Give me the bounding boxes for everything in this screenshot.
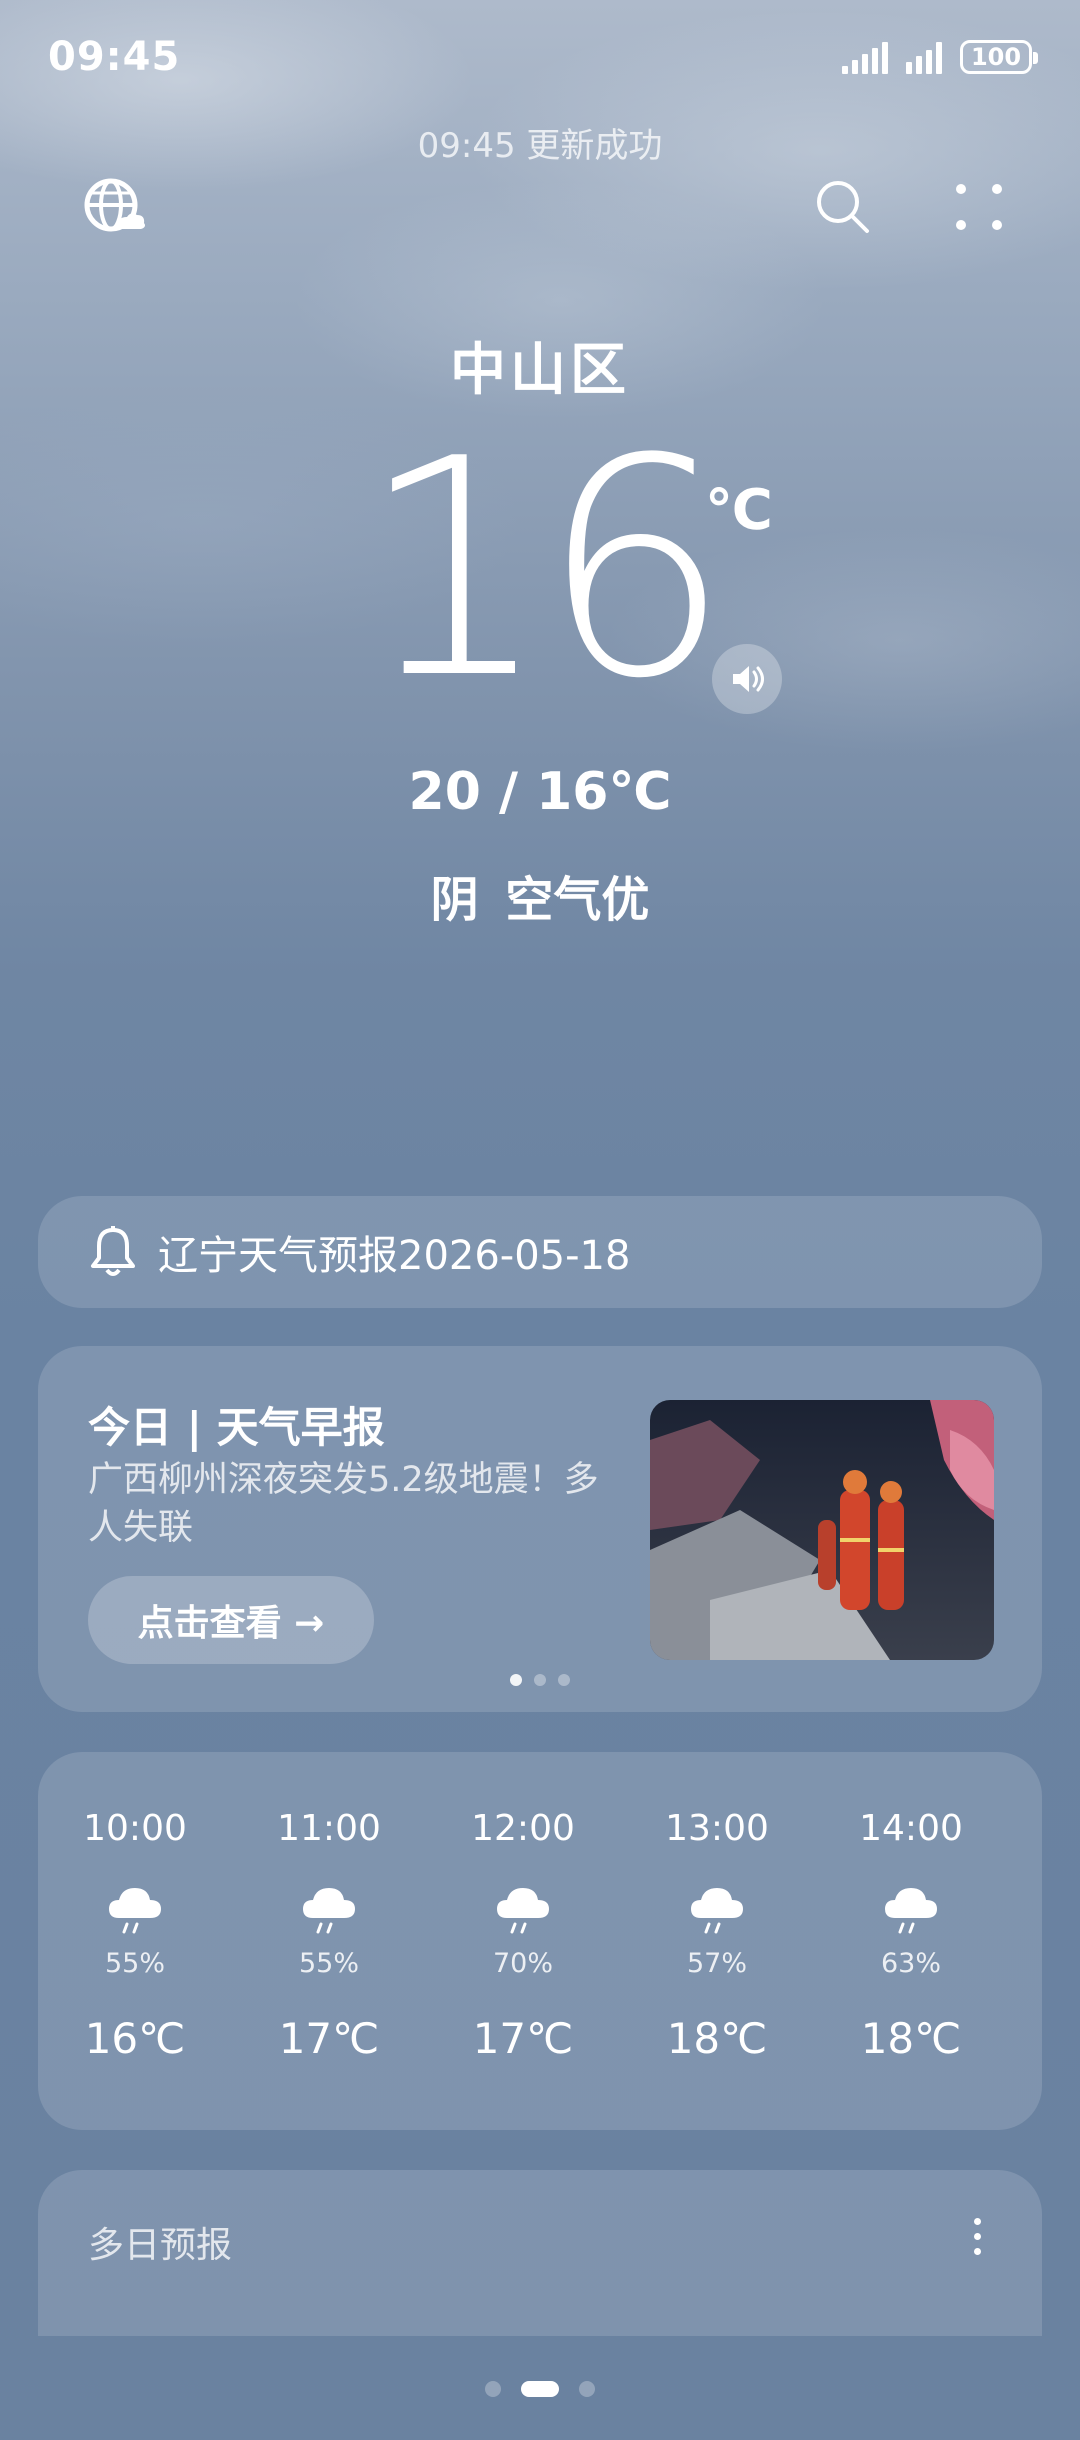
hour-temperature: 17℃: [278, 2014, 380, 2063]
precipitation-chance: 55%: [298, 1948, 359, 1979]
daily-forecast-title: 多日预报: [88, 2225, 233, 2266]
forecast-alert-card[interactable]: 辽宁天气预报2026-05-18: [38, 1196, 1042, 1308]
precipitation-chance: 57%: [686, 1948, 747, 1979]
current-temperature: 16: [359, 395, 731, 744]
temperature-range: 20 / 16℃: [408, 762, 672, 822]
more-vertical-icon[interactable]: [952, 2206, 1002, 2266]
page-dot: [510, 1674, 522, 1686]
bell-icon: [88, 1224, 138, 1280]
city-name[interactable]: 中山区: [0, 325, 1080, 406]
hour-temperature: 18℃: [666, 2014, 768, 2063]
news-title: 今日 | 天气早报: [88, 1403, 385, 1452]
status-time: 09:45: [48, 34, 181, 80]
page-dot[interactable]: [579, 2381, 595, 2397]
hour-time: 14:00: [859, 1808, 963, 1849]
page-dot: [534, 1674, 546, 1686]
cloud-rain-icon: [109, 1888, 161, 1934]
signal-icon: [906, 40, 942, 74]
precipitation-chance: 70%: [492, 1948, 553, 1979]
weather-condition[interactable]: 阴 空气优: [0, 860, 1080, 930]
signal-icon: [842, 40, 888, 74]
cloud-rain-icon: [691, 1888, 743, 1934]
news-page-dots: [38, 1674, 1042, 1686]
cloud-rain-icon: [885, 1888, 937, 1934]
hour-time: 13:00: [665, 1808, 769, 1849]
hour-time: 11:00: [277, 1808, 381, 1849]
hour-temperature: 17℃: [472, 2014, 574, 2063]
hour-time: 10:00: [83, 1808, 187, 1849]
speaker-icon[interactable]: [712, 644, 782, 714]
daily-forecast-card[interactable]: 多日预报: [38, 2170, 1042, 2336]
page-dot: [558, 1674, 570, 1686]
hour-temperature: 18℃: [860, 2014, 962, 2063]
status-icons: 100: [842, 40, 1038, 74]
cloud-rain-icon: [497, 1888, 549, 1934]
news-description: 广西柳州深夜突发5.2级地震！多人失联: [88, 1460, 599, 1548]
hour-temperature: 16℃: [84, 2014, 186, 2063]
page-indicator: [0, 2381, 1080, 2397]
search-icon[interactable]: [808, 172, 878, 242]
hourly-forecast-card[interactable]: 10:00 55% 16℃ 11:00 55% 17℃ 12:00 70% 17…: [38, 1752, 1042, 2130]
update-status: 09:45 更新成功: [417, 126, 663, 166]
news-card[interactable]: 今日 | 天气早报 广西柳州深夜突发5.2级地震！多人失联 点击查看 →: [38, 1346, 1042, 1712]
more-grid-icon[interactable]: [944, 172, 1014, 242]
alert-text: 辽宁天气预报2026-05-18: [158, 1233, 631, 1279]
hour-time: 12:00: [471, 1808, 575, 1849]
temperature-unit: ℃: [705, 478, 773, 543]
page-dot-active[interactable]: [521, 2381, 559, 2397]
battery-level: 100: [970, 43, 1022, 71]
precipitation-chance: 63%: [880, 1948, 941, 1979]
news-image[interactable]: [650, 1400, 994, 1660]
precipitation-chance: 55%: [104, 1948, 165, 1979]
view-details-button[interactable]: 点击查看 →: [88, 1576, 374, 1664]
cloud-rain-icon: [303, 1888, 355, 1934]
globe-weather-icon[interactable]: [78, 172, 148, 242]
battery-icon: 100: [960, 40, 1038, 74]
page-dot[interactable]: [485, 2381, 501, 2397]
